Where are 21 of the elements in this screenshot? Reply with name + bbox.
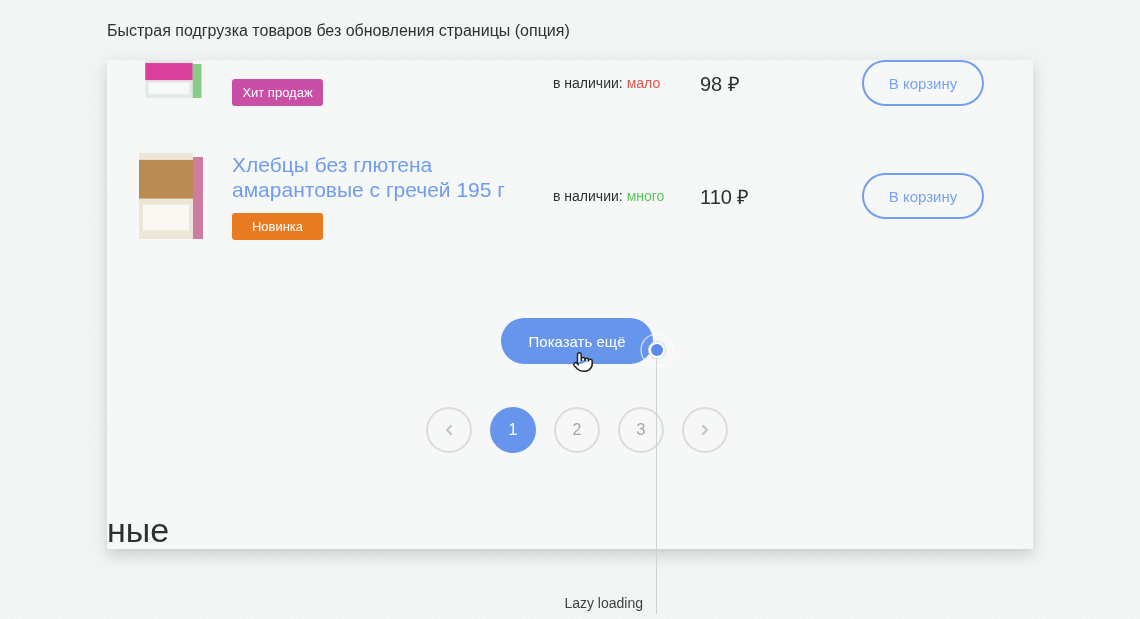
- previous-page-button[interactable]: [426, 407, 472, 453]
- next-page-button[interactable]: [682, 407, 728, 453]
- stock-value: много: [626, 188, 665, 204]
- product-price: 110 ₽: [700, 184, 750, 210]
- product-badge: Хит продаж: [232, 79, 323, 106]
- product-title-link[interactable]: Хлебцы без глютена амарантовые с гречей 195 г: [232, 152, 532, 202]
- section-title: Быстрая подгрузка товаров без обновления страницы (опция): [107, 22, 570, 40]
- product-badge: Новинка: [232, 213, 323, 240]
- page-number-button[interactable]: 2: [554, 407, 600, 453]
- annotation-label: Lazy loading: [564, 595, 643, 611]
- add-to-cart-button[interactable]: В корзину: [862, 60, 984, 106]
- annotation-marker-icon: [640, 333, 674, 367]
- product-price: 98 ₽: [700, 71, 740, 97]
- show-more-button[interactable]: Показать ещё: [501, 318, 653, 364]
- stock-label: в наличии:: [553, 188, 623, 204]
- stock-label: в наличии:: [553, 75, 623, 91]
- section-heading-fragment: ные: [107, 513, 170, 549]
- add-to-cart-button[interactable]: В корзину: [862, 173, 984, 219]
- stock-value: мало: [626, 75, 661, 91]
- page-number-button[interactable]: 1: [490, 407, 536, 453]
- hand-cursor-icon: [572, 351, 594, 373]
